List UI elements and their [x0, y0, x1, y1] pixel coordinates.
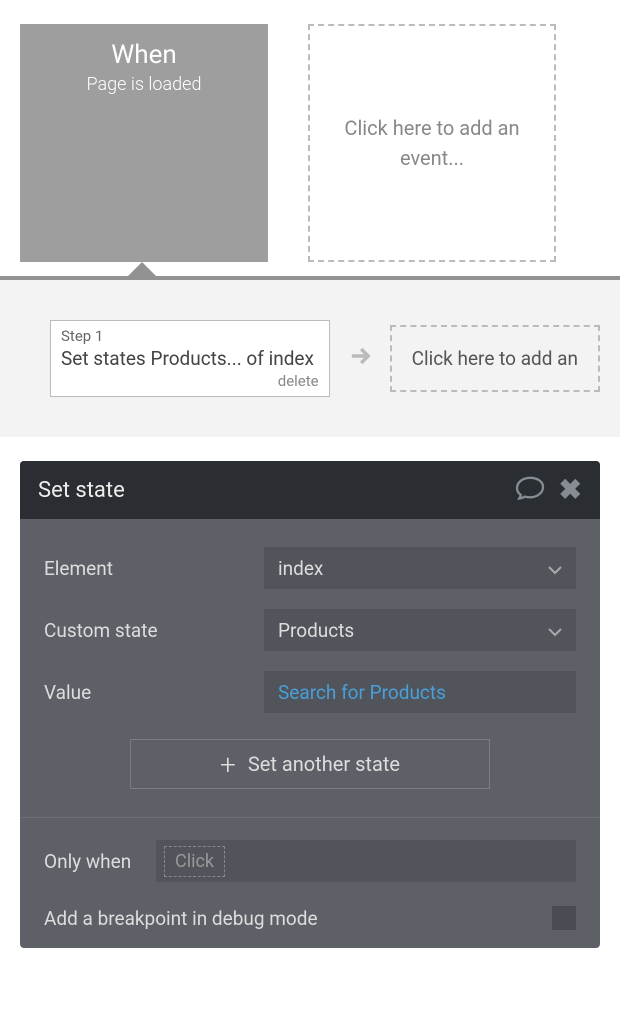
- divider: [20, 817, 600, 818]
- custom-state-label: Custom state: [44, 619, 264, 642]
- add-action-text: Click here to add an: [412, 347, 578, 370]
- custom-state-row: Custom state Products: [44, 609, 576, 651]
- set-another-state-button[interactable]: + Set another state: [130, 739, 490, 789]
- element-row: Element index: [44, 547, 576, 589]
- value-row: Value Search for Products: [44, 671, 576, 713]
- step-delete-link[interactable]: delete: [61, 372, 319, 390]
- pointer-triangle: [128, 262, 156, 276]
- breakpoint-checkbox[interactable]: [552, 906, 576, 930]
- property-panel: Set state ✖ Element index Custom state P…: [20, 461, 600, 948]
- add-action-placeholder[interactable]: Click here to add an: [390, 325, 600, 392]
- custom-state-dropdown[interactable]: Products: [264, 609, 576, 651]
- panel-header: Set state ✖: [20, 461, 600, 519]
- only-when-row: Only when Click: [44, 840, 576, 882]
- add-event-placeholder[interactable]: Click here to add an event...: [308, 24, 556, 262]
- value-input[interactable]: Search for Products: [264, 671, 576, 713]
- event-subtitle: Page is loaded: [87, 74, 202, 95]
- add-event-text: Click here to add an event...: [330, 113, 534, 173]
- only-when-label: Only when: [44, 850, 156, 873]
- step-box[interactable]: Step 1 Set states Products... of index d…: [50, 320, 330, 397]
- custom-state-value: Products: [278, 619, 354, 642]
- only-when-input[interactable]: Click: [156, 840, 576, 882]
- step-label: Step 1: [61, 327, 319, 345]
- element-dropdown[interactable]: index: [264, 547, 576, 589]
- comment-icon[interactable]: [515, 475, 545, 505]
- event-when-block[interactable]: When Page is loaded: [20, 24, 268, 262]
- breakpoint-label: Add a breakpoint in debug mode: [44, 907, 318, 930]
- value-value: Search for Products: [278, 681, 446, 704]
- chevron-down-icon: [548, 619, 562, 642]
- panel-body: Element index Custom state Products Valu…: [20, 519, 600, 948]
- event-title: When: [111, 40, 177, 70]
- close-icon[interactable]: ✖: [559, 476, 582, 504]
- set-another-label: Set another state: [248, 752, 400, 776]
- panel-title: Set state: [38, 478, 125, 503]
- step-title: Set states Products... of index: [61, 347, 319, 370]
- arrow-right-icon: [346, 340, 374, 378]
- element-value: index: [278, 557, 323, 580]
- value-label: Value: [44, 681, 264, 704]
- steps-panel: Step 1 Set states Products... of index d…: [0, 276, 620, 437]
- only-when-chip[interactable]: Click: [164, 846, 225, 877]
- plus-icon: +: [220, 748, 236, 781]
- chevron-down-icon: [548, 557, 562, 580]
- breakpoint-row: Add a breakpoint in debug mode: [44, 906, 576, 930]
- element-label: Element: [44, 557, 264, 580]
